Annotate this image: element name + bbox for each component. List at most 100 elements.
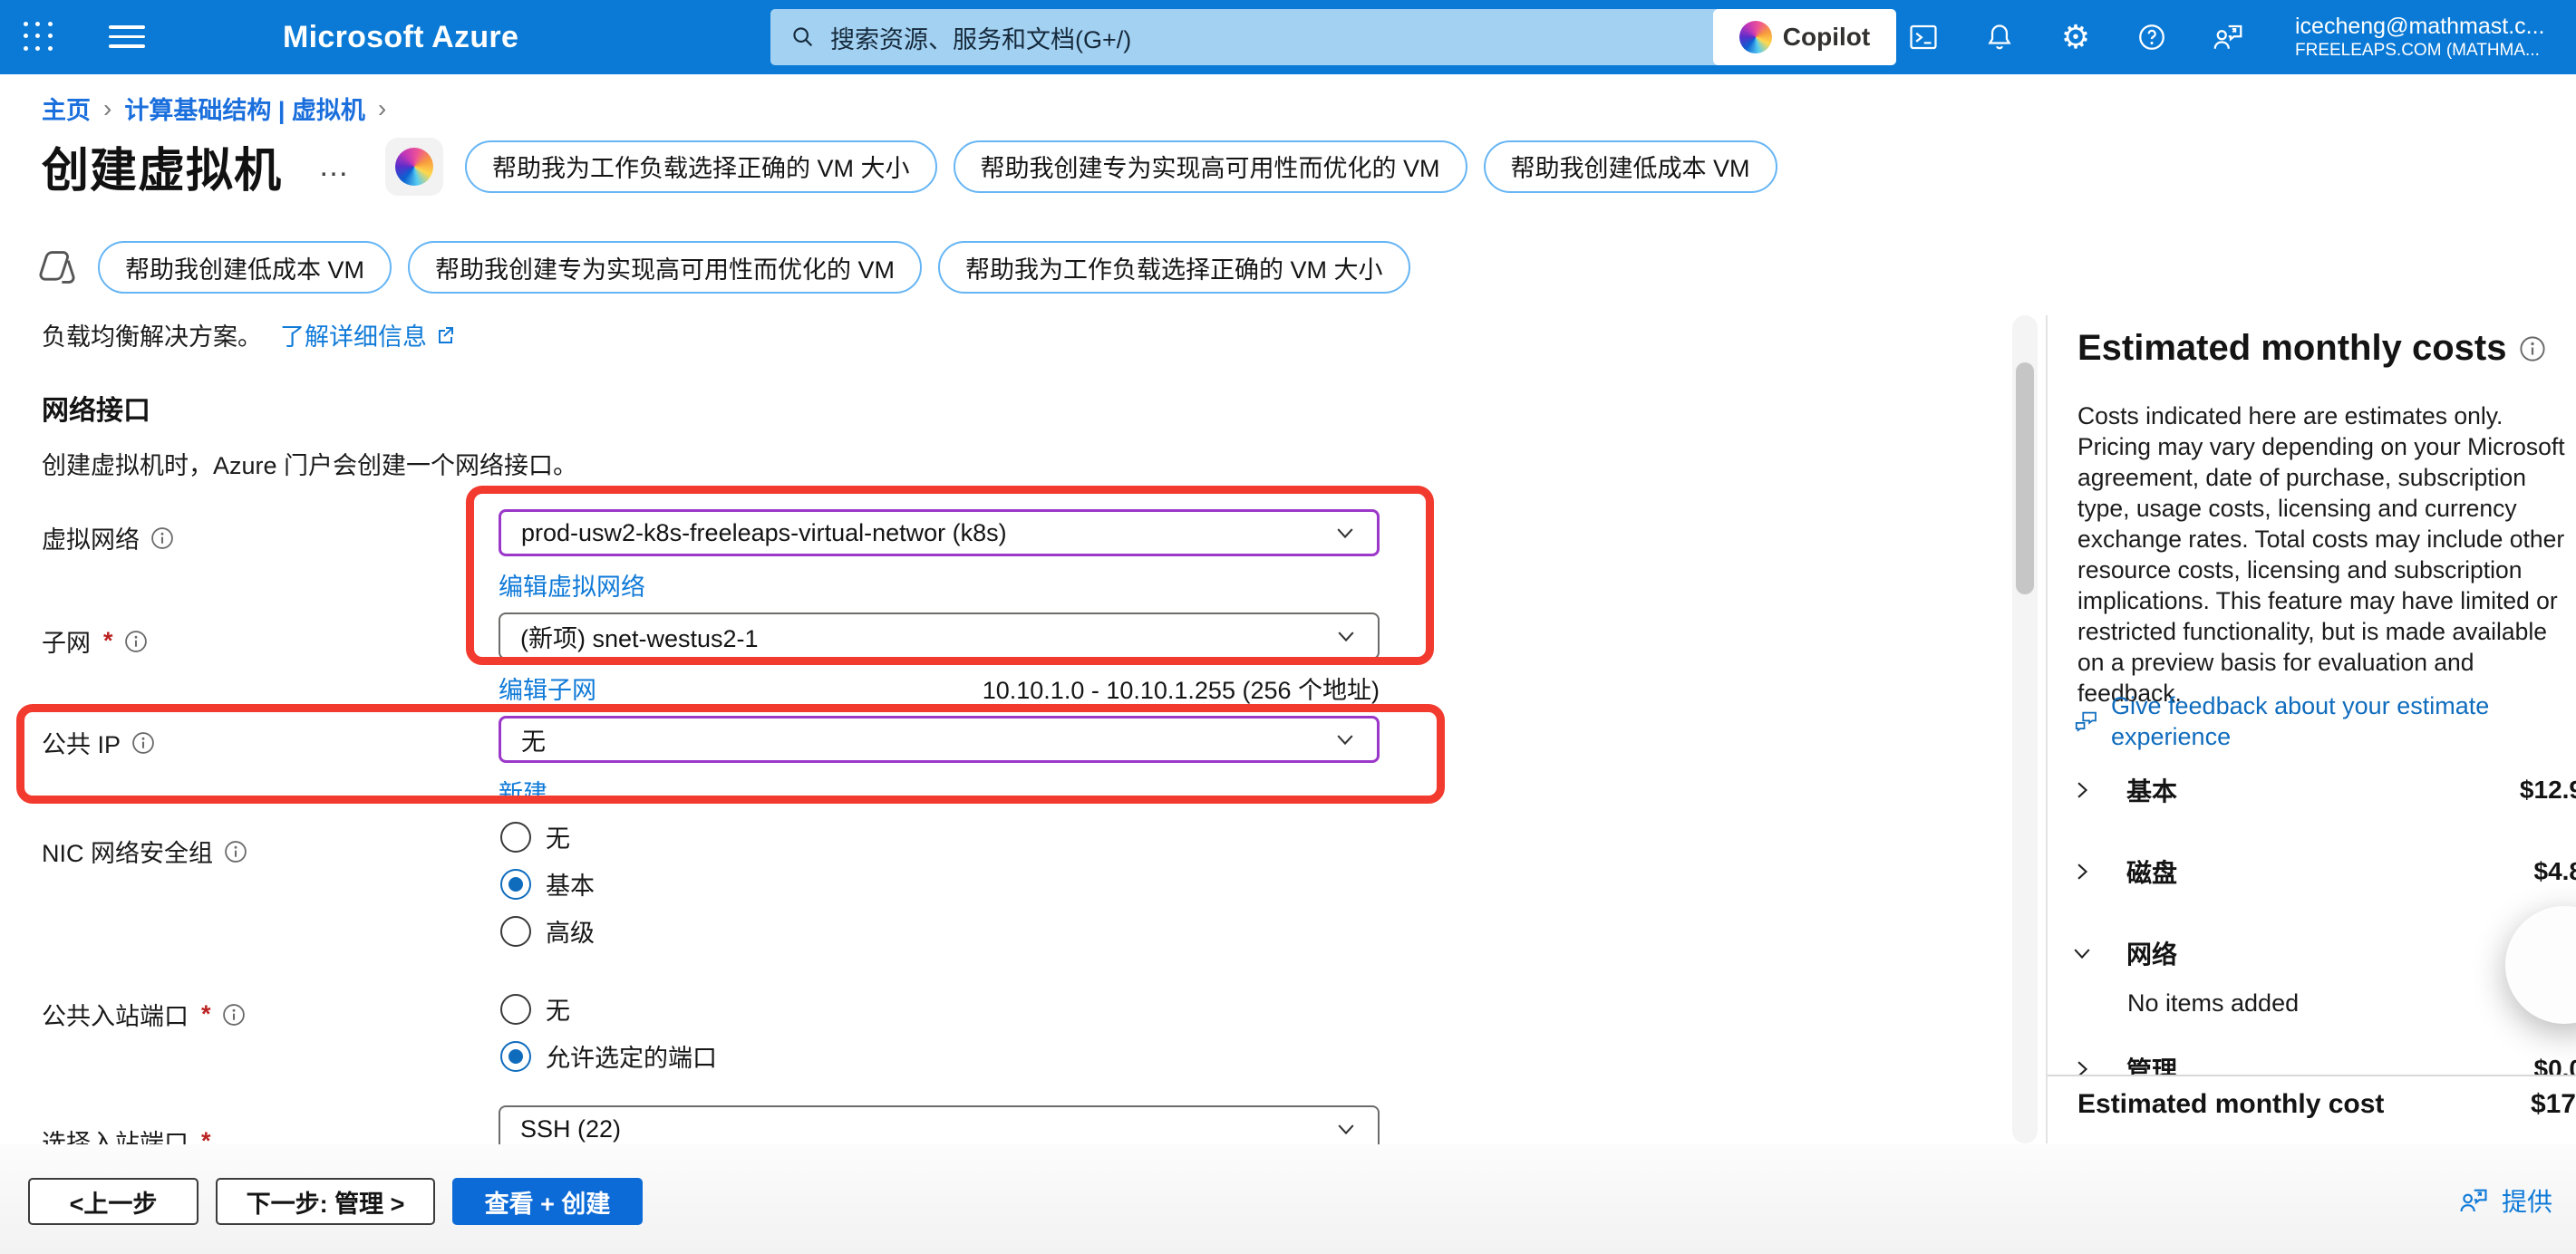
estimated-costs-panel: Estimated monthly costs Costs indicated … [2048,315,2576,1143]
subnet-dropdown[interactable]: (新项) snet-westus2-1 [499,613,1380,660]
azure-create-vm-page: Microsoft Azure 搜索资源、服务和文档(G+/) Copilot … [0,0,2576,1254]
load-balancer-label: 负载均衡解决方案。 [42,317,262,352]
chevron-down-icon [1333,521,1357,545]
cost-row-basic[interactable]: 基本 $12.9 [2070,765,2576,815]
chevron-down-icon [2070,941,2110,965]
inbound-option-none[interactable]: 无 [500,991,570,1027]
topbar-icon-group: ⚙ [1907,0,2244,74]
edit-subnet-link[interactable]: 编辑子网 [499,670,596,706]
next-step-button[interactable]: 下一步: 管理 > [216,1178,435,1225]
suggestion-pill-vm-size[interactable]: 帮助我为工作负载选择正确的 VM 大小 [465,140,937,193]
app-launcher-icon[interactable] [24,22,54,53]
title-row: 创建虚拟机 … 帮助我为工作负载选择正确的 VM 大小 帮助我创建专为实现高可用… [42,132,1777,200]
info-icon[interactable] [2519,335,2546,362]
inbound-ports-label: 公共入站端口 * [42,997,246,1032]
feedback-person-icon [2458,1185,2489,1216]
inline-pills: 帮助我创建低成本 VM 帮助我创建专为实现高可用性而优化的 VM 帮助我为工作负… [98,241,1410,294]
breadcrumb: 主页 › 计算基础结构 | 虚拟机 › [42,91,399,126]
copilot-button-label: Copilot [1783,23,1870,52]
info-icon[interactable] [222,1003,246,1027]
cost-panel-title: Estimated monthly costs [2077,328,2546,369]
no-items-text: No items added [2127,989,2299,1018]
chevron-down-icon [1334,1117,1358,1141]
learn-more-link[interactable]: 了解详细信息 [280,317,456,352]
scrollbar-thumb[interactable] [2016,362,2034,594]
info-icon[interactable] [224,840,247,863]
copilot-suggestions-inline: 帮助我创建低成本 VM 帮助我创建专为实现高可用性而优化的 VM 帮助我为工作负… [36,241,1410,294]
account-tenant: FREELEAPS.COM (MATHMA... [2295,40,2576,62]
nsg-label: NIC 网络安全组 [42,834,247,869]
inbound-option-allow-selected[interactable]: 允许选定的端口 [500,1038,717,1074]
copilot-logo-icon [1739,21,1772,53]
load-balancer-text: 负载均衡解决方案。 了解详细信息 [42,317,456,352]
footer-bar: <上一步 下一步: 管理 > 查看 + 创建 提供 [0,1144,2576,1254]
footer-feedback-link[interactable]: 提供 [2458,1182,2552,1219]
suggestion-pill-high-availability[interactable]: 帮助我创建专为实现高可用性而优化的 VM [408,241,922,294]
review-create-button[interactable]: 查看 + 创建 [452,1178,643,1225]
cost-panel-disclaimer: Costs indicated here are estimates only.… [2077,400,2576,709]
brand-title[interactable]: Microsoft Azure [283,20,518,55]
copilot-suggestions-top: 帮助我为工作负载选择正确的 VM 大小 帮助我创建专为实现高可用性而优化的 VM… [465,140,1777,193]
previous-step-button[interactable]: <上一步 [28,1178,199,1225]
section-description: 创建虚拟机时，Azure 门户会创建一个网络接口。 [42,446,577,481]
nsg-option-none[interactable]: 无 [500,819,570,854]
help-icon[interactable] [2135,21,2168,53]
subnet-value: (新项) snet-westus2-1 [520,619,1334,654]
cost-row-network[interactable]: 网络 $0.0 [2070,928,2576,979]
breadcrumb-section[interactable]: 计算基础结构 | 虚拟机 [124,91,365,126]
public-ip-dropdown[interactable]: 无 [499,716,1380,763]
account-email: icecheng@mathmast.c... [2295,13,2576,40]
nsg-option-basic[interactable]: 基本 [500,866,595,902]
radio-icon [500,916,531,947]
total-divider [2048,1075,2576,1076]
copilot-logo-icon [395,148,433,186]
top-bar: Microsoft Azure 搜索资源、服务和文档(G+/) Copilot … [0,0,2576,74]
external-link-icon [434,324,456,346]
vnet-label: 虚拟网络 [42,520,174,555]
feedback-bubbles-icon [2073,690,2100,752]
radio-icon [500,994,531,1025]
suggestion-pill-low-cost[interactable]: 帮助我创建低成本 VM [98,241,392,294]
copilot-button[interactable]: Copilot [1713,9,1896,65]
vnet-dropdown[interactable]: prod-usw2-k8s-freeleaps-virtual-networ (… [499,509,1380,556]
required-asterisk: * [103,627,113,655]
chevron-right-icon [2070,1057,2110,1075]
subnet-address-range: 10.10.1.0 - 10.10.1.255 (256 个地址) [983,670,1380,706]
page-title: 创建虚拟机 [42,132,282,200]
cost-row-management[interactable]: 管理 $0.0 [2070,1044,2576,1075]
info-icon[interactable] [124,630,148,653]
estimate-feedback-link[interactable]: Give feedback about your estimate experi… [2073,690,2544,752]
suggestion-pill-low-cost[interactable]: 帮助我创建低成本 VM [1484,140,1777,193]
info-icon[interactable] [131,731,155,755]
more-actions-icon[interactable]: … [318,149,349,184]
create-new-public-ip-link[interactable]: 新建 [499,774,547,809]
copilot-tile[interactable] [385,138,443,196]
suggestion-pill-high-availability[interactable]: 帮助我创建专为实现高可用性而优化的 VM [954,140,1467,193]
suggestion-pill-vm-size[interactable]: 帮助我为工作负载选择正确的 VM 大小 [938,241,1410,294]
learn-more-label: 了解详细信息 [280,317,427,352]
section-heading-network-interface: 网络接口 [42,388,150,428]
subnet-helper-row: 编辑子网 10.10.1.0 - 10.10.1.255 (256 个地址) [499,670,1380,706]
subnet-label: 子网 * [42,623,148,659]
breadcrumb-separator: › [365,94,399,123]
search-icon [790,24,816,50]
chevron-down-icon [1333,728,1357,751]
cloud-shell-icon[interactable] [1907,21,1940,53]
estimated-monthly-cost-row: Estimated monthly cost $17 [2077,1089,2576,1120]
chevron-right-icon [2070,860,2110,883]
public-ip-value: 无 [521,722,1333,757]
feedback-person-icon[interactable] [2212,21,2244,53]
settings-gear-icon[interactable]: ⚙ [2059,21,2092,53]
copilot-outline-icon [36,246,78,288]
nsg-option-advanced[interactable]: 高级 [500,913,595,949]
breadcrumb-home[interactable]: 主页 [42,91,91,126]
breadcrumb-separator: › [91,94,124,123]
account-menu[interactable]: icecheng@mathmast.c... FREELEAPS.COM (MA… [2295,13,2576,62]
edit-vnet-link[interactable]: 编辑虚拟网络 [499,567,645,603]
info-icon[interactable] [150,526,174,550]
notifications-bell-icon[interactable] [1983,21,2016,53]
hamburger-menu-icon[interactable] [109,25,145,49]
vnet-value: prod-usw2-k8s-freeleaps-virtual-networ (… [521,519,1333,547]
cost-row-disk[interactable]: 磁盘 $4.8 [2070,846,2576,897]
radio-checked-icon [500,869,531,900]
